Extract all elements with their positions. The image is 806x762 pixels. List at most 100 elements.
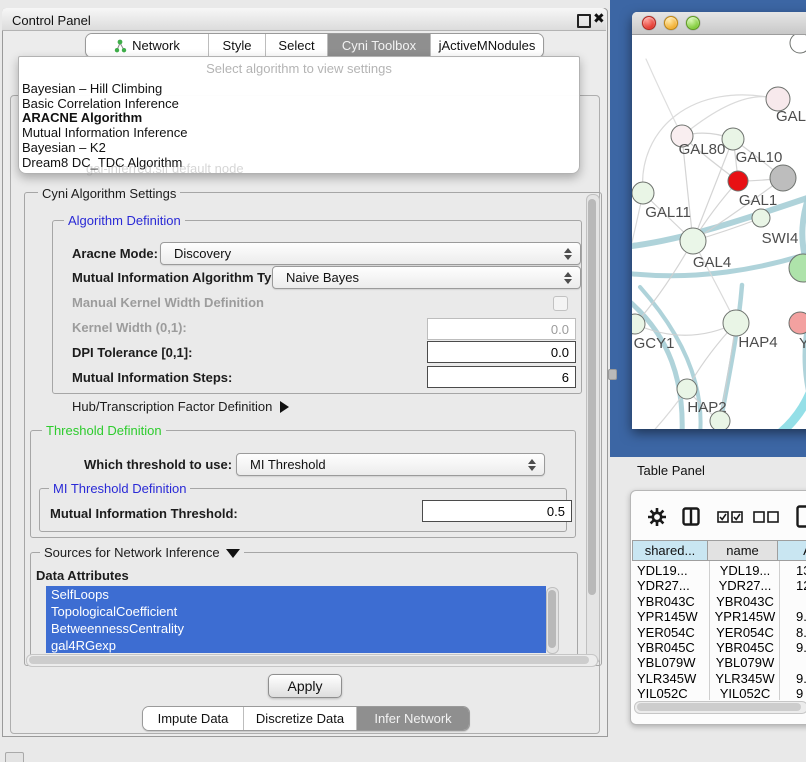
table-cell[interactable]	[796, 655, 806, 671]
table-cell[interactable]: YBR043C	[637, 594, 707, 610]
table-cell[interactable]: 12	[796, 578, 806, 594]
tab-impute-data[interactable]: Impute Data	[143, 707, 244, 730]
which-threshold-value: MI Threshold	[250, 457, 326, 472]
tab-style[interactable]: Style	[209, 34, 266, 57]
settings-vertical-scrollbar[interactable]	[586, 194, 600, 664]
apply-button[interactable]: Apply	[268, 674, 342, 698]
table-cell[interactable]: YBR045C	[637, 640, 707, 656]
settings-horizontal-scrollbar[interactable]	[26, 654, 598, 667]
column-header-1[interactable]: shared...	[632, 540, 708, 561]
unselect-all-columns-icon[interactable]	[753, 511, 779, 523]
table-cell[interactable]: YPR145W	[637, 609, 707, 625]
table-cell[interactable]: YBL079W	[637, 655, 707, 671]
table-cell[interactable]: YER054C	[714, 625, 776, 641]
minimize-traffic-light-icon[interactable]	[664, 16, 678, 30]
toolbox-tab-bar: NetworkStyleSelectCyni ToolboxjActiveMNo…	[85, 33, 544, 58]
attribute-list-item[interactable]: TopologicalCoefficient	[46, 603, 546, 620]
table-cell[interactable]: YLR345W	[637, 671, 707, 687]
network-node[interactable]	[770, 165, 796, 191]
column-header-3[interactable]: A	[778, 540, 806, 561]
mi-steps-field[interactable]: 6	[427, 366, 576, 388]
node-label: GAL1	[739, 192, 777, 209]
attribute-list-item[interactable]: BetweennessCentrality	[46, 620, 546, 637]
network-node-y[interactable]	[789, 312, 806, 334]
algorithm-option[interactable]: ARACNE Algorithm	[22, 110, 142, 125]
table-horizontal-scrollbar[interactable]	[634, 701, 806, 714]
attribute-list-item[interactable]: gal4RGexp	[46, 637, 546, 653]
tab-select[interactable]: Select	[266, 34, 328, 57]
table-cell[interactable]	[796, 594, 806, 610]
table-cell[interactable]: YIL052C	[637, 686, 707, 702]
table-panel-title: Table Panel	[637, 463, 705, 478]
algorithm-option[interactable]: Basic Correlation Inference	[22, 96, 179, 111]
tab-cyni-toolbox[interactable]: Cyni Toolbox	[328, 34, 431, 57]
zoom-traffic-light-icon[interactable]	[686, 16, 700, 30]
table-cell[interactable]: 9	[796, 686, 806, 702]
control-panel-title: Control Panel	[12, 13, 91, 28]
table-cell[interactable]: YDR27...	[714, 578, 776, 594]
algorithm-option[interactable]: Mutual Information Inference	[22, 125, 187, 140]
node-label: GAL11	[645, 204, 691, 221]
tab-infer-network[interactable]: Infer Network	[357, 707, 469, 730]
table-cell[interactable]: YLR345W	[714, 671, 776, 687]
table-cell[interactable]: YBR043C	[714, 594, 776, 610]
network-node[interactable]	[790, 35, 806, 53]
network-node-hap2[interactable]	[677, 379, 697, 399]
table-cell[interactable]: YDR27...	[637, 578, 707, 594]
control-panel-titlebar	[2, 8, 606, 31]
tab-network[interactable]: Network	[86, 34, 209, 57]
table-cell[interactable]: YER054C	[637, 625, 707, 641]
stepper-arrows-icon	[528, 459, 536, 471]
table-cell[interactable]: YBL079W	[714, 655, 776, 671]
network-canvas[interactable]: GAL2GAL80GAL10GAL1GAL11SWI4GAL4GCY1HAP4Y…	[632, 35, 806, 429]
network-edge	[635, 241, 693, 324]
column-header-2[interactable]: name	[708, 540, 778, 561]
corner-panel-icon[interactable]	[5, 752, 24, 762]
network-node-gal4[interactable]	[680, 228, 706, 254]
table-cell[interactable]: YDL19...	[714, 563, 776, 579]
table-cell[interactable]: 9.	[796, 640, 806, 656]
network-node-gal1[interactable]	[728, 171, 748, 191]
sources-title[interactable]: Sources for Network Inference	[40, 545, 244, 560]
network-node-gal11[interactable]	[632, 182, 654, 204]
stepper-arrows-icon	[564, 248, 572, 260]
algorithm-definition-title: Algorithm Definition	[64, 213, 185, 228]
table-cell[interactable]: YPR145W	[714, 609, 776, 625]
close-traffic-light-icon[interactable]	[642, 16, 656, 30]
aracne-mode-select[interactable]: Discovery	[160, 242, 581, 265]
network-node-gal10[interactable]	[722, 128, 744, 150]
data-attributes-list[interactable]: SelfLoopsTopologicalCoefficientBetweenne…	[46, 586, 546, 653]
network-node-hap4[interactable]	[723, 310, 749, 336]
network-view-window: GAL2GAL80GAL10GAL1GAL11SWI4GAL4GCY1HAP4Y…	[632, 12, 806, 428]
close-icon[interactable]: ✖	[593, 10, 605, 27]
algorithm-option[interactable]: Bayesian – K2	[22, 140, 106, 155]
network-node-swi4[interactable]	[752, 209, 770, 227]
tab-discretize-data[interactable]: Discretize Data	[244, 707, 357, 730]
float-window-icon[interactable]	[577, 14, 591, 28]
attributes-vertical-scrollbar[interactable]	[546, 587, 559, 654]
mi-threshold-field[interactable]: 0.5	[422, 500, 572, 522]
tab-jactivemnodules[interactable]: jActiveMNodules	[431, 34, 543, 57]
splitter-grip[interactable]	[608, 369, 617, 380]
dpi-tolerance-field[interactable]: 0.0	[427, 341, 576, 363]
attribute-list-item[interactable]: SelfLoops	[46, 586, 546, 603]
algorithm-option[interactable]: Bayesian – Hill Climbing	[22, 81, 162, 96]
table-cell[interactable]: YDL19...	[637, 563, 707, 579]
table-cell[interactable]: 13	[796, 563, 806, 579]
column-divider	[709, 561, 710, 700]
table-cell[interactable]: 8.	[796, 625, 806, 641]
table-cell[interactable]: YBR045C	[714, 640, 776, 656]
table-cell[interactable]: 9.	[796, 609, 806, 625]
gear-icon[interactable]	[646, 506, 668, 528]
table-cell[interactable]: 9.	[796, 671, 806, 687]
which-threshold-select[interactable]: MI Threshold	[236, 453, 545, 476]
mi-type-select[interactable]: Naive Bayes	[272, 266, 581, 289]
columns-icon[interactable]	[682, 507, 700, 526]
expander-expanded-icon	[226, 549, 240, 558]
select-all-columns-icon[interactable]	[717, 511, 743, 523]
ghost-network-combo-text: gal-inferred.sif default node	[86, 161, 244, 176]
hub-definition-expander[interactable]: Hub/Transcription Factor Definition	[72, 399, 289, 414]
network-node[interactable]	[710, 411, 730, 429]
table-cell[interactable]: YIL052C	[714, 686, 776, 702]
new-table-icon[interactable]	[796, 505, 806, 529]
